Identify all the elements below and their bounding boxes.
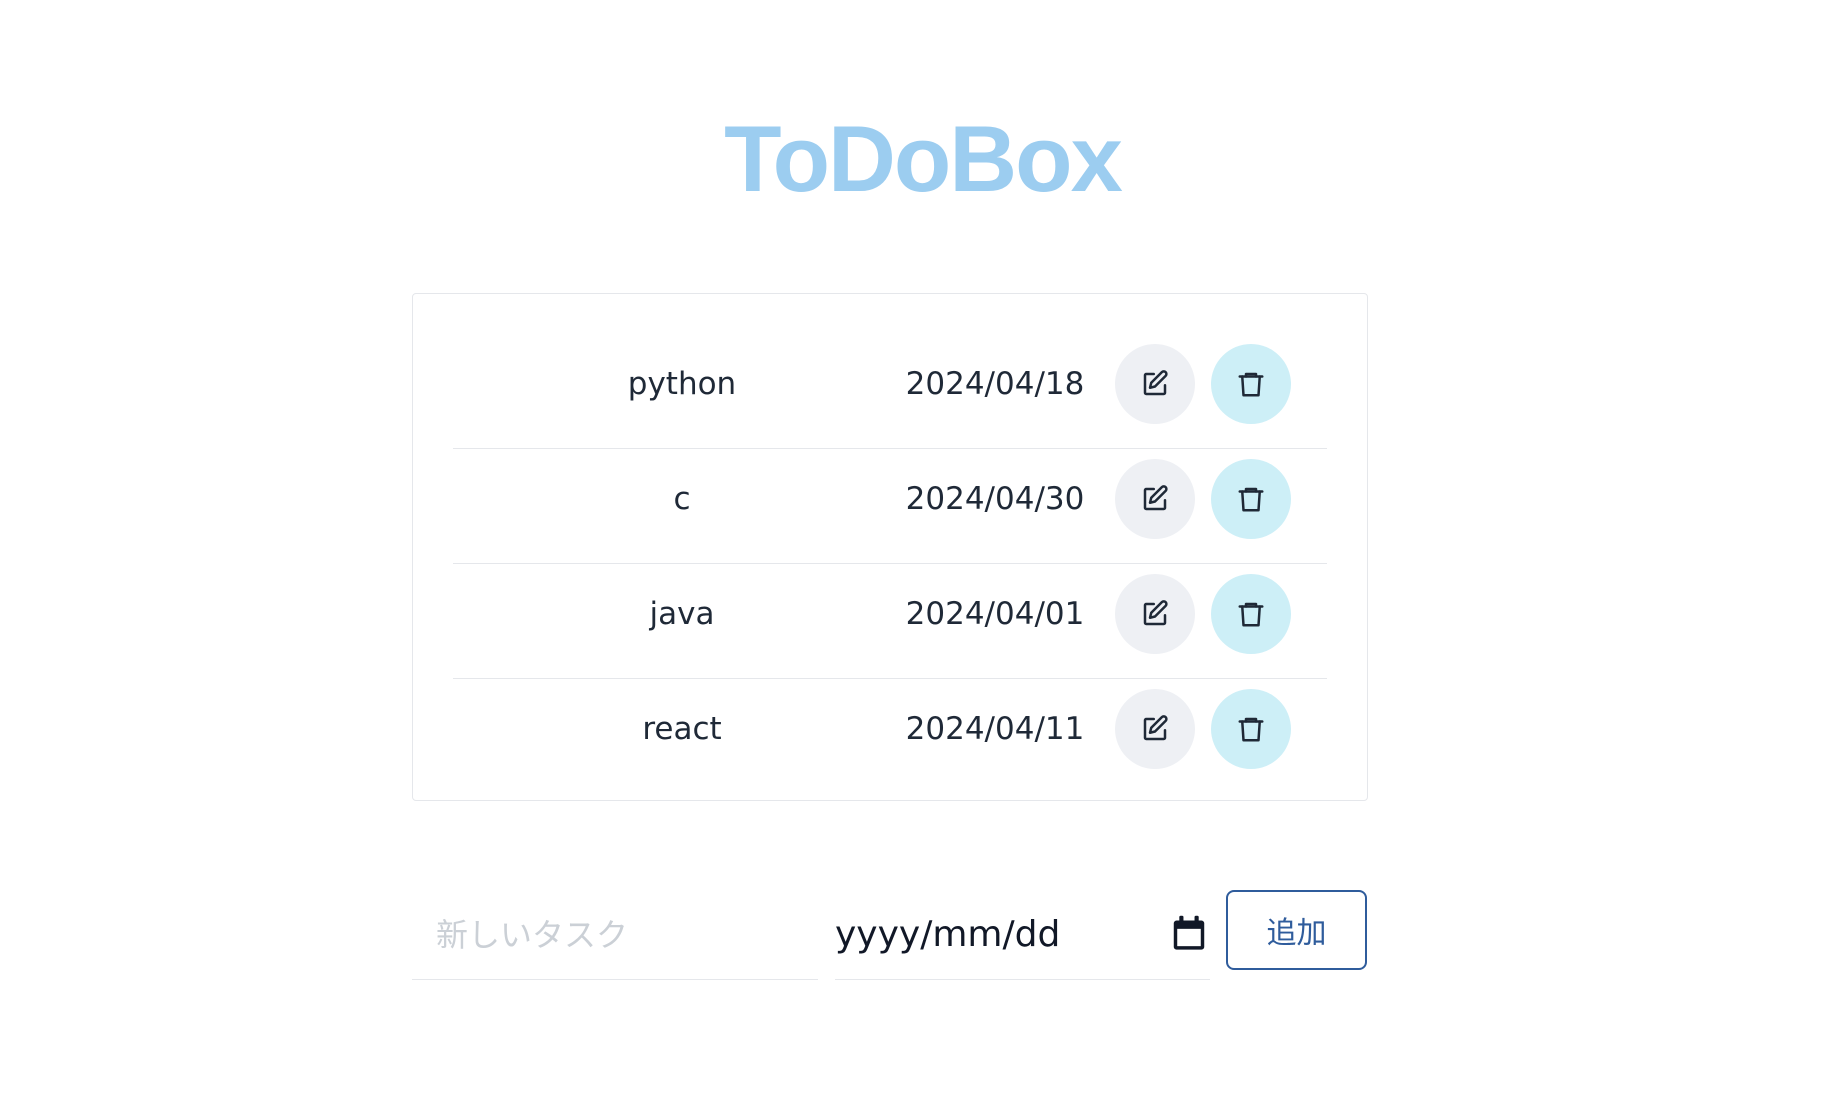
todo-app: ToDoBox python 2024/04/18 c 2024/04/30 j… <box>0 0 1845 1107</box>
add-button[interactable]: 追加 <box>1226 890 1367 970</box>
date-input[interactable]: yyyy/mm/dd <box>835 890 1210 980</box>
page-title: ToDoBox <box>724 106 1123 211</box>
date-placeholder: yyyy/mm/dd <box>835 914 1061 955</box>
task-row: python 2024/04/18 <box>453 334 1327 449</box>
delete-button[interactable] <box>1211 574 1291 654</box>
edit-button[interactable] <box>1115 459 1195 539</box>
task-row: java 2024/04/01 <box>453 564 1327 679</box>
edit-button[interactable] <box>1115 689 1195 769</box>
edit-icon <box>1143 485 1168 511</box>
trash-icon <box>1238 717 1264 742</box>
trash-icon <box>1238 372 1264 397</box>
task-name: react <box>642 711 722 747</box>
task-row: c 2024/04/30 <box>453 449 1327 564</box>
task-name: c <box>673 481 691 517</box>
edit-icon <box>1143 715 1168 741</box>
edit-button[interactable] <box>1115 574 1195 654</box>
task-name: python <box>627 366 737 402</box>
trash-icon <box>1238 487 1264 512</box>
task-name: java <box>649 596 715 632</box>
task-date: 2024/04/30 <box>905 481 1085 517</box>
task-date: 2024/04/01 <box>905 596 1085 632</box>
task-name-input[interactable] <box>412 890 818 980</box>
edit-button[interactable] <box>1115 344 1195 424</box>
delete-button[interactable] <box>1211 459 1291 539</box>
trash-icon <box>1238 602 1264 627</box>
task-date: 2024/04/11 <box>905 711 1085 747</box>
task-date: 2024/04/18 <box>905 366 1085 402</box>
add-task-form: yyyy/mm/dd 追加 <box>412 890 1368 980</box>
task-list: python 2024/04/18 c 2024/04/30 java 2024… <box>412 293 1368 801</box>
edit-icon <box>1143 370 1168 396</box>
delete-button[interactable] <box>1211 344 1291 424</box>
delete-button[interactable] <box>1211 689 1291 769</box>
calendar-icon[interactable] <box>1172 915 1206 951</box>
edit-icon <box>1143 600 1168 626</box>
task-row: react 2024/04/11 <box>453 679 1327 794</box>
